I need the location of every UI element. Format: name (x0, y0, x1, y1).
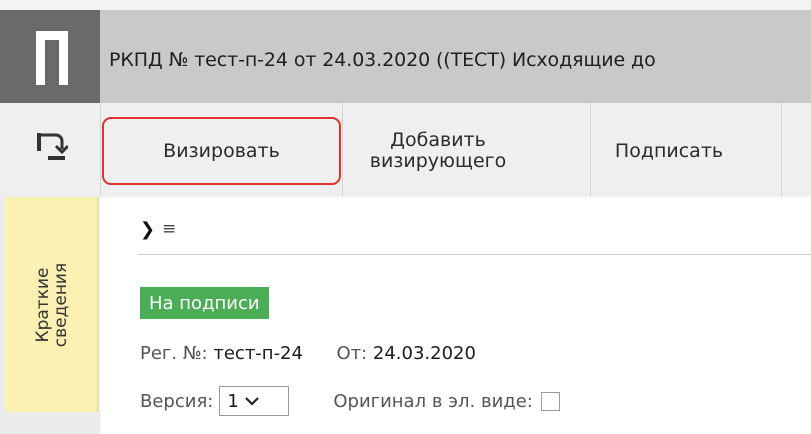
chevron-down-icon (245, 397, 259, 406)
tab-label-line2: сведения (51, 262, 71, 348)
toolbar-separator (100, 103, 101, 197)
chevron-right-icon[interactable]: ❯ (140, 219, 155, 240)
sidebar: Краткие сведения (0, 197, 100, 434)
reg-number-value: тест-п-24 (213, 343, 303, 364)
window-title: РКПД № тест-п-24 от 24.03.2020 ((ТЕСТ) И… (109, 49, 656, 71)
toolbar-separator (781, 103, 782, 197)
add-approver-button[interactable]: Добавить визирующего (344, 117, 532, 185)
window-top-strip (0, 0, 811, 10)
date-value: 24.03.2020 (372, 343, 476, 364)
toolbar-separator (342, 103, 343, 197)
title-bar: РКПД № тест-п-24 от 24.03.2020 ((ТЕСТ) И… (0, 10, 811, 103)
status-badge: На подписи (140, 287, 269, 319)
toolbar: Визировать Добавить визирующего Подписат… (0, 103, 811, 197)
add-approver-label-line1: Добавить (390, 129, 486, 152)
tab-brief-info[interactable]: Краткие сведения (5, 197, 98, 412)
version-row: Версия: 1 Оригинал в эл. виде: (140, 386, 560, 416)
original-electronic-checkbox[interactable] (540, 391, 560, 411)
return-arrow-icon[interactable] (34, 130, 68, 162)
add-approver-label: Добавить визирующего (370, 130, 507, 172)
visirovat-label: Визировать (163, 139, 280, 162)
app-logo-icon (36, 31, 68, 85)
version-value: 1 (227, 390, 239, 412)
divider (138, 254, 811, 255)
sign-label: Подписать (614, 139, 724, 162)
sign-button[interactable]: Подписать (594, 117, 744, 185)
document-card: ❯ ≡ На подписи Рег. №: тест-п-24 От: 24.… (100, 197, 811, 434)
reg-number-label: Рег. №: (140, 343, 208, 364)
toolbar-separator (590, 103, 591, 197)
visirovat-button[interactable]: Визировать (102, 117, 341, 185)
app-logo (0, 10, 100, 103)
registration-row: Рег. №: тест-п-24 От: 24.03.2020 (140, 343, 476, 364)
tab-brief-info-label: Краткие сведения (33, 262, 71, 348)
version-label: Версия: (140, 390, 214, 412)
back-area (0, 103, 100, 197)
original-electronic-label: Оригинал в эл. виде: (333, 390, 533, 412)
hamburger-icon[interactable]: ≡ (162, 219, 176, 239)
version-select[interactable]: 1 (219, 386, 290, 416)
date-label: От: (336, 343, 368, 364)
add-approver-label-line2: визирующего (369, 150, 507, 172)
